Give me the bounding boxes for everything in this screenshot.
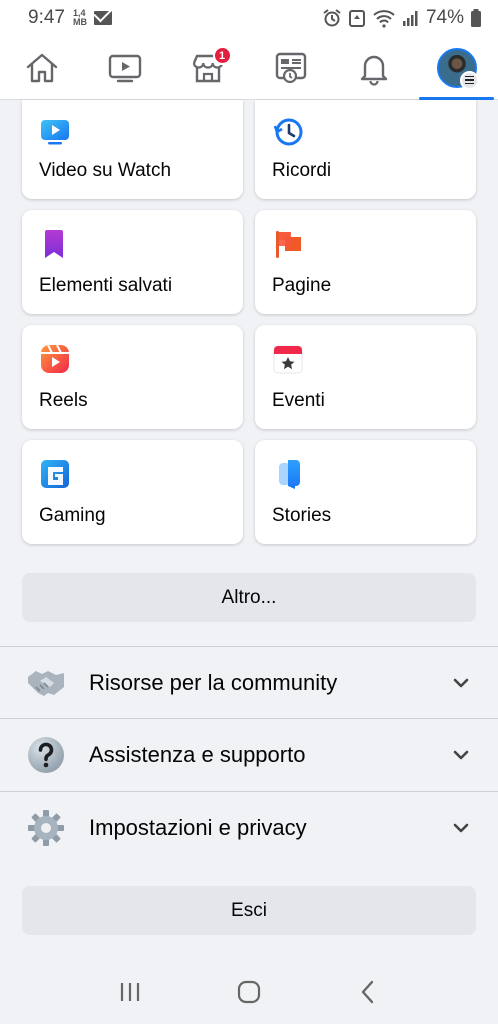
- nav-tab-notifications[interactable]: [332, 36, 415, 99]
- shortcut-watch-videos[interactable]: Video su Watch: [22, 100, 243, 199]
- back-button[interactable]: [348, 972, 388, 1012]
- handshake-icon: [28, 670, 64, 696]
- recent-apps-icon: [120, 983, 139, 1001]
- menu-hamburger-icon: [459, 70, 479, 90]
- recycle-icon: [348, 10, 365, 27]
- gear-icon: [28, 809, 64, 846]
- shortcut-label: Ricordi: [272, 160, 332, 181]
- chevron-down-icon: [453, 678, 469, 687]
- section-label: Impostazioni e privacy: [89, 814, 307, 840]
- shortcut-label: Stories: [272, 505, 332, 526]
- data-rate-unit: MB: [72, 17, 87, 27]
- section-label: Risorse per la community: [89, 669, 338, 695]
- shortcuts-grid: Video su Watch Ricordi Elementi salvati …: [22, 100, 476, 544]
- mail-notification-icon: [93, 11, 112, 25]
- section-settings-privacy[interactable]: Impostazioni e privacy: [0, 791, 498, 863]
- shortcut-pages[interactable]: Pagine: [255, 210, 476, 314]
- shortcut-gaming[interactable]: Gaming: [22, 440, 243, 544]
- battery-icon: [471, 9, 481, 27]
- section-label: Assistenza e supporto: [89, 741, 306, 767]
- chevron-down-icon: [453, 750, 469, 759]
- home-button-icon: [237, 980, 261, 1004]
- status-bar: 9:47 1,4 MB 74%: [0, 0, 498, 36]
- battery-percentage: 74%: [425, 7, 464, 28]
- shortcut-events[interactable]: Eventi: [255, 325, 476, 429]
- nav-tab-marketplace[interactable]: 1: [166, 36, 249, 99]
- shortcut-label: Gaming: [39, 505, 106, 526]
- watch-video-icon: [41, 120, 69, 145]
- shortcut-label: Elementi salvati: [39, 275, 173, 296]
- memories-clock-icon: [273, 118, 303, 146]
- section-help-support[interactable]: Assistenza e supporto: [0, 718, 498, 790]
- nav-tab-news[interactable]: [249, 36, 332, 99]
- bell-icon: [360, 55, 387, 86]
- status-time: 9:47: [28, 7, 65, 28]
- pages-flag-icon: [276, 231, 301, 258]
- shortcut-reels[interactable]: Reels: [22, 325, 243, 429]
- shortcut-label: Reels: [39, 390, 88, 411]
- shortcut-memories[interactable]: Ricordi: [255, 100, 476, 199]
- logout-button[interactable]: Esci: [22, 886, 476, 935]
- home-icon: [26, 53, 57, 82]
- status-right-icons: 74%: [322, 7, 482, 29]
- marketplace-notification-badge: 1: [212, 46, 232, 65]
- shortcut-label: Eventi: [272, 390, 325, 411]
- stories-icon: [279, 460, 300, 489]
- shortcut-label: Pagine: [272, 275, 332, 296]
- home-button[interactable]: [229, 972, 269, 1012]
- shortcut-saved[interactable]: Elementi salvati: [22, 210, 243, 314]
- profile-avatar: [436, 47, 479, 90]
- nav-tab-home[interactable]: [0, 36, 83, 99]
- nav-tab-watch[interactable]: [83, 36, 166, 99]
- gaming-icon: [41, 460, 69, 488]
- recent-apps-button[interactable]: [110, 972, 150, 1012]
- reels-icon: [41, 344, 69, 373]
- nav-tab-menu[interactable]: [415, 36, 498, 100]
- chevron-down-icon: [453, 823, 469, 832]
- data-rate-indicator: 1,4 MB: [73, 9, 87, 27]
- alarm-icon: [323, 9, 341, 27]
- back-icon: [362, 980, 374, 1004]
- wifi-icon: [373, 10, 395, 28]
- system-navigation-bar: [0, 960, 498, 1024]
- see-more-button[interactable]: Altro...: [22, 573, 476, 622]
- saved-bookmark-icon: [45, 230, 63, 258]
- video-play-icon: [108, 54, 141, 82]
- events-calendar-icon: [273, 345, 303, 374]
- signal-icon: [402, 11, 418, 26]
- shortcut-stories[interactable]: Stories: [255, 440, 476, 544]
- top-navigation-bar: 1: [0, 36, 498, 100]
- news-feed-icon: [275, 52, 306, 83]
- shortcut-label: Video su Watch: [39, 160, 172, 181]
- section-community-resources[interactable]: Risorse per la community: [0, 646, 498, 718]
- question-mark-icon: [28, 736, 64, 773]
